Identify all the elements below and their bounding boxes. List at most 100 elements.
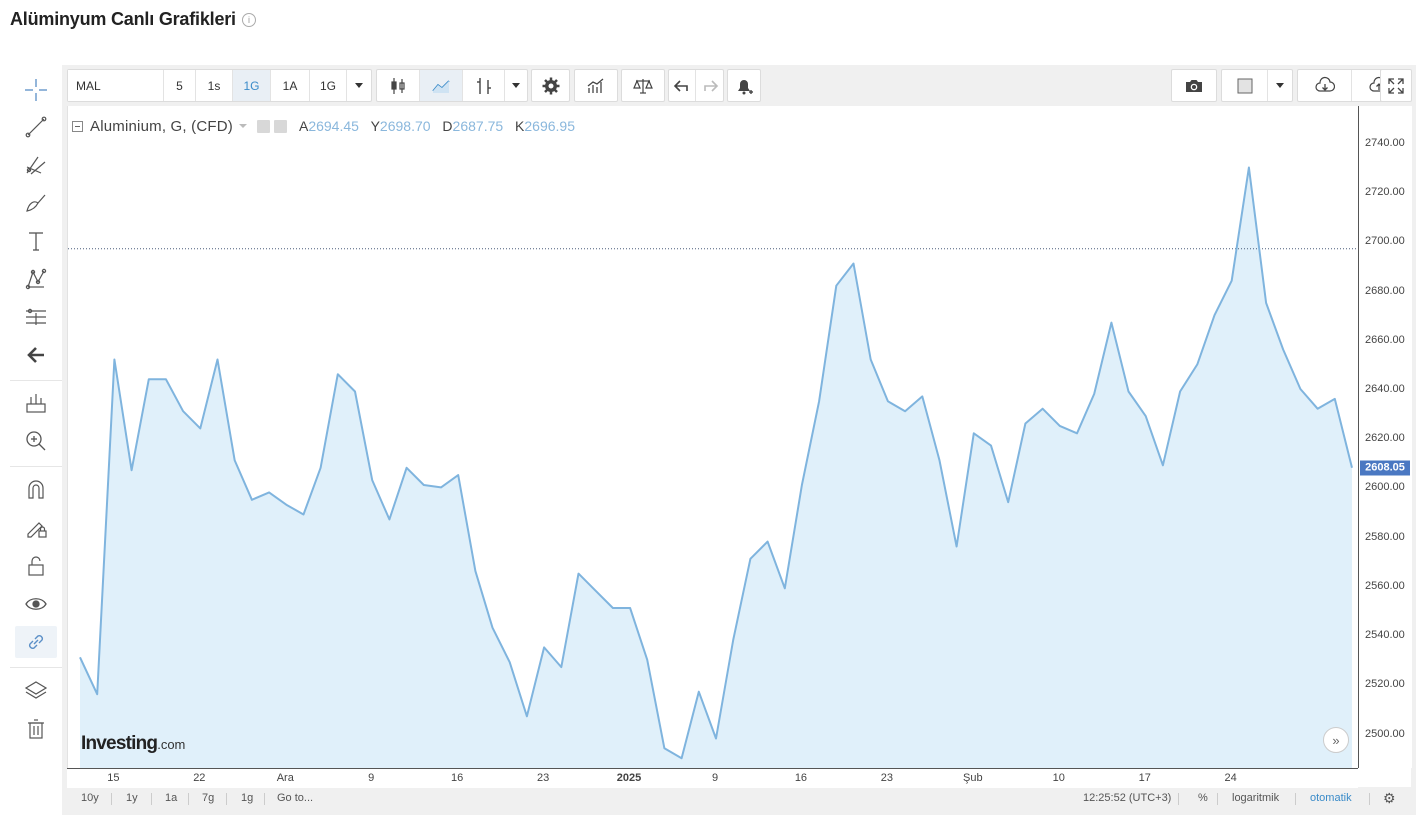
redo-icon[interactable] bbox=[696, 70, 723, 101]
pitchfork-icon[interactable] bbox=[15, 149, 57, 181]
bars-icon[interactable] bbox=[575, 70, 617, 101]
price-tick-label: 2680.00 bbox=[1365, 284, 1405, 297]
price-tick-label: 2640.00 bbox=[1365, 383, 1405, 395]
legend-title: Aluminium, G, (CFD) bbox=[90, 117, 233, 135]
time-tick-label: Ara bbox=[276, 772, 294, 784]
undo-icon[interactable] bbox=[669, 70, 696, 101]
indicator-icon[interactable] bbox=[463, 70, 505, 101]
page-title: Alüminyum Canlı Grafikleri i bbox=[10, 9, 256, 30]
back-arrow-icon[interactable] bbox=[15, 339, 57, 371]
eye-icon[interactable] bbox=[15, 588, 57, 620]
go-to-button[interactable]: Go to... bbox=[277, 792, 313, 804]
time-tick-label: 9 bbox=[711, 772, 719, 784]
range-10y[interactable]: 10y bbox=[81, 792, 99, 804]
price-area bbox=[80, 167, 1352, 768]
color-icon[interactable] bbox=[1222, 70, 1268, 101]
logo-brand: Investing bbox=[81, 733, 158, 754]
interval-dropdown-caret[interactable] bbox=[347, 70, 371, 101]
bottom-settings-icon[interactable]: ⚙ bbox=[1383, 790, 1396, 807]
pattern-icon[interactable] bbox=[15, 263, 57, 295]
link-icon[interactable] bbox=[15, 626, 57, 658]
lock-drawing-icon[interactable] bbox=[15, 512, 57, 544]
ohlc-key-open: A bbox=[298, 118, 309, 134]
time-tick-label: Şub bbox=[963, 772, 983, 784]
fullscreen-group bbox=[1380, 69, 1412, 102]
ohlc-value-open: 2694.45 bbox=[308, 118, 359, 134]
time-tick-label: 23 bbox=[536, 772, 550, 784]
price-chart[interactable] bbox=[68, 106, 1359, 768]
trash-icon[interactable] bbox=[15, 713, 57, 745]
color-caret[interactable] bbox=[1268, 70, 1292, 101]
symbol-input[interactable] bbox=[68, 70, 164, 101]
unlock-icon[interactable] bbox=[15, 550, 57, 582]
trend-line-icon[interactable] bbox=[15, 111, 57, 143]
crosshair-icon[interactable] bbox=[15, 74, 57, 106]
axis-corner bbox=[1358, 768, 1411, 787]
interval-dropdown[interactable]: 1G bbox=[310, 70, 347, 101]
chart-type-group bbox=[376, 69, 528, 102]
candles-icon[interactable] bbox=[377, 70, 420, 101]
interval-group: 5 1s 1G 1A 1G bbox=[67, 69, 372, 102]
time-axis[interactable]: 15 22 Ara 9 16 23 2025 9 16 23 Şub 10 17 24 bbox=[67, 768, 1358, 788]
log-toggle[interactable]: logaritmik bbox=[1232, 792, 1279, 804]
percent-toggle[interactable]: % bbox=[1198, 792, 1208, 804]
magnet-icon[interactable] bbox=[15, 474, 57, 506]
brush-icon[interactable] bbox=[15, 187, 57, 219]
compare-icon[interactable] bbox=[622, 70, 664, 101]
price-axis[interactable]: 2500.00 2520.00 2540.00 2560.00 2580.00 2600.… bbox=[1358, 106, 1412, 768]
bottom-bar: 10y 1y 1a 7g 1g Go to... 12:25:52 (UTC+3… bbox=[67, 788, 1412, 810]
ohlc-key-high: Y bbox=[370, 118, 380, 134]
price-tick-label: 2600.00 bbox=[1365, 481, 1405, 494]
alert-group bbox=[727, 69, 761, 102]
legend-settings-icon[interactable] bbox=[273, 119, 287, 133]
interval-1g[interactable]: 1G bbox=[233, 70, 271, 101]
ruler-icon[interactable] bbox=[15, 387, 57, 419]
legend-dropdown-icon[interactable] bbox=[238, 124, 247, 128]
investing-logo: Investing.com bbox=[81, 733, 185, 755]
auto-toggle[interactable]: otomatik bbox=[1310, 792, 1352, 804]
range-1a[interactable]: 1a bbox=[165, 792, 177, 804]
zoom-in-icon[interactable] bbox=[15, 425, 57, 457]
settings-group bbox=[531, 69, 570, 102]
cloud-download-icon[interactable] bbox=[1298, 70, 1352, 101]
ohlc-key-low: D bbox=[442, 118, 453, 134]
legend-visibility-icon[interactable] bbox=[256, 119, 270, 133]
price-tick-label: 2720.00 bbox=[1365, 186, 1405, 199]
snapshot-group bbox=[1171, 69, 1217, 102]
price-tick-label: 2560.00 bbox=[1365, 579, 1405, 592]
info-icon[interactable]: i bbox=[241, 13, 256, 28]
camera-icon[interactable] bbox=[1172, 70, 1216, 101]
time-tick-label: 24 bbox=[1224, 772, 1237, 784]
layers-icon[interactable] bbox=[15, 675, 57, 707]
line-chart-icon[interactable] bbox=[420, 70, 463, 101]
settings-icon[interactable] bbox=[532, 70, 569, 101]
measure-icon[interactable] bbox=[15, 301, 57, 333]
fullscreen-icon[interactable] bbox=[1381, 70, 1411, 101]
time-tick-label: 2025 bbox=[616, 772, 642, 784]
ohlc-key-close: K bbox=[515, 118, 525, 134]
alert-icon[interactable] bbox=[728, 70, 760, 101]
interval-1s[interactable]: 1s bbox=[196, 70, 233, 101]
compare-group bbox=[621, 69, 665, 102]
chart-type-caret[interactable] bbox=[505, 70, 527, 101]
text-icon[interactable] bbox=[15, 225, 57, 257]
time-tick-label: 16 bbox=[794, 772, 808, 784]
range-7g[interactable]: 7g bbox=[202, 792, 214, 804]
drawing-toolbar bbox=[0, 65, 62, 765]
interval-5[interactable]: 5 bbox=[164, 70, 196, 101]
ohlc-value-close: 2696.95 bbox=[524, 118, 575, 134]
logo-suffix: .com bbox=[157, 737, 186, 752]
range-1y[interactable]: 1y bbox=[126, 792, 138, 804]
price-tick-label: 2500.00 bbox=[1365, 727, 1405, 740]
chart-toolbar: 5 1s 1G 1A 1G bbox=[67, 69, 1412, 102]
bars-group bbox=[574, 69, 618, 102]
chart-plot[interactable] bbox=[67, 106, 1359, 768]
interval-1a[interactable]: 1A bbox=[271, 70, 310, 101]
price-tick-label: 2520.00 bbox=[1365, 678, 1405, 691]
scroll-to-realtime-icon[interactable]: » bbox=[1323, 727, 1349, 753]
page-title-text: Alüminyum Canlı Grafikleri bbox=[10, 9, 236, 29]
time-tick-label: 15 bbox=[107, 772, 120, 784]
range-1g[interactable]: 1g bbox=[241, 792, 253, 804]
collapse-legend-icon[interactable] bbox=[72, 120, 83, 132]
price-tick-label: 2620.00 bbox=[1365, 432, 1405, 445]
